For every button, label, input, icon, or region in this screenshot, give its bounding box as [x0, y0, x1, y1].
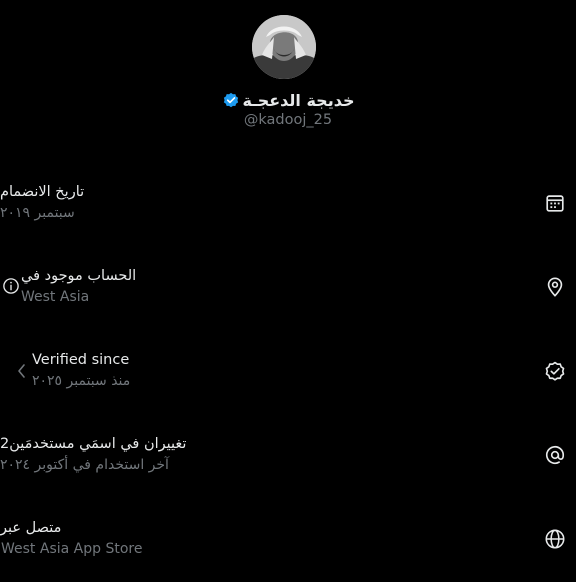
row-subtitle: آخر استخدام في أكتوبر ٢٠٢٤: [0, 457, 169, 473]
row-title: متصل عبر: [0, 520, 62, 536]
calendar-icon: [544, 192, 566, 214]
row-title: Verified since: [32, 352, 130, 368]
about-row-joined: تاريخ الانضمام سبتمبر ٢٠١٩: [0, 172, 576, 232]
globe-icon: [544, 528, 566, 550]
row-subtitle: منذ سبتمبر ٢٠٢٥: [32, 373, 131, 389]
about-row-location: الحساب موجود في West Asia: [0, 256, 576, 316]
avatar[interactable]: [252, 15, 316, 79]
location-pin-icon: [544, 276, 566, 298]
chevron-left-icon: [16, 362, 28, 380]
verified-check-icon: [544, 360, 566, 382]
name-row: خديجة الدعجـة: [0, 88, 576, 112]
row-title: تغييران في اسمَي مستخدمَين2: [0, 436, 187, 452]
info-icon[interactable]: [2, 277, 20, 295]
about-row-verified[interactable]: Verified since منذ سبتمبر ٢٠٢٥: [0, 340, 576, 400]
row-title: تاريخ الانضمام: [0, 184, 85, 200]
about-row-connected-via: متصل عبر West Asia App Store: [0, 508, 576, 568]
profile-header: خديجة الدعجـة @kadooj_25: [0, 0, 576, 150]
at-sign-icon: [544, 444, 566, 466]
about-row-username-changes: تغييران في اسمَي مستخدمَين2 آخر استخدام …: [0, 424, 576, 484]
verified-badge-icon: [222, 91, 240, 109]
display-name: خديجة الدعجـة: [242, 90, 355, 110]
row-subtitle: West Asia: [21, 289, 90, 305]
username-handle: @kadooj_25: [243, 112, 333, 128]
row-title: الحساب موجود في: [21, 268, 137, 284]
row-subtitle: West Asia App Store: [1, 541, 143, 557]
row-subtitle: سبتمبر ٢٠١٩: [0, 205, 75, 221]
